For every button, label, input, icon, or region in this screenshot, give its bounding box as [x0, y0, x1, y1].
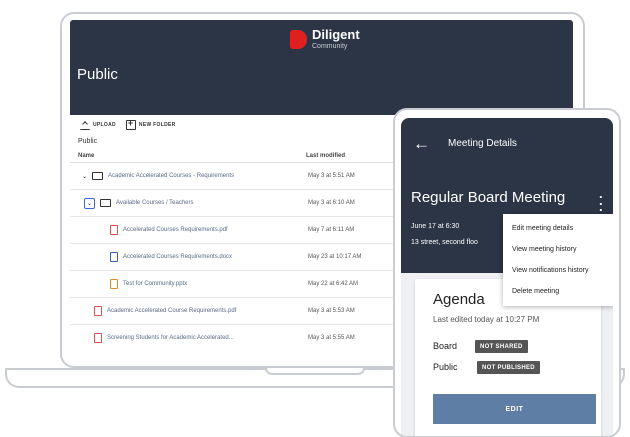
file-date: May 23 at 10:17 AM: [308, 254, 362, 260]
column-name[interactable]: Name: [78, 153, 306, 159]
upload-button[interactable]: UPLOAD: [80, 121, 116, 130]
phone-frame: ← Meeting Details Regular Board Meeting …: [393, 108, 621, 437]
diligent-logo-icon: [290, 29, 307, 49]
powerpoint-file-icon: [110, 279, 118, 289]
file-date: May 7 at 6:11 AM: [308, 227, 355, 233]
header-title: Meeting Details: [448, 138, 517, 149]
new-folder-label: NEW FOLDER: [138, 122, 176, 128]
folder-icon: [100, 199, 112, 207]
phone-screen: ← Meeting Details Regular Board Meeting …: [401, 118, 613, 436]
more-options-icon[interactable]: ...: [599, 187, 605, 213]
chevron-down-icon[interactable]: ⌄: [82, 173, 87, 180]
file-date: May 3 at 6:10 AM: [308, 200, 355, 206]
file-name: Screening Students for Academic Accelera…: [107, 335, 234, 341]
pdf-file-icon: [110, 225, 118, 235]
pdf-file-icon: [94, 333, 102, 343]
add-folder-icon: [125, 118, 136, 130]
new-folder-button[interactable]: NEW FOLDER: [125, 118, 176, 130]
stage: Diligent Community Public UPLOAD NEW FOL…: [0, 0, 630, 437]
upload-icon: [80, 121, 90, 130]
status-badge-public: NOT PUBLISHED: [477, 361, 540, 374]
file-date: May 3 at 5:51 AM: [308, 173, 355, 179]
back-arrow-icon[interactable]: ←: [413, 134, 430, 154]
public-label: Public: [433, 362, 458, 372]
file-name: Academic Accelerated Courses - Requireme…: [108, 173, 235, 179]
collapse-toggle[interactable]: ⌄: [84, 197, 96, 209]
brand-name: Diligent: [312, 27, 360, 42]
status-badge-board: NOT SHARED: [475, 340, 528, 353]
word-file-icon: [110, 252, 118, 262]
last-edited-text: Last edited today at 10:27 PM: [433, 315, 540, 324]
file-name: Test for Community.pptx: [123, 281, 188, 287]
file-name: Available Courses / Teachers: [116, 200, 194, 206]
file-name: Academic Accelerated Course Requirements…: [107, 308, 237, 314]
file-name: Accelerated Courses Requirements.pdf: [123, 227, 228, 233]
app-header: Diligent Community Public: [70, 20, 573, 115]
menu-item-notifications-history[interactable]: View notifications history: [503, 260, 613, 281]
agenda-title: Agenda: [433, 291, 485, 308]
board-label: Board: [433, 341, 458, 351]
options-menu: Edit meeting details View meeting histor…: [503, 214, 613, 306]
file-date: May 3 at 5:53 AM: [308, 308, 355, 314]
chevron-down-icon: ⌄: [87, 200, 93, 207]
edit-button[interactable]: EDIT: [433, 394, 596, 424]
brand-sub: Community: [312, 43, 348, 50]
menu-item-delete-meeting[interactable]: Delete meeting: [503, 281, 613, 302]
column-last-modified[interactable]: Last modified: [306, 153, 345, 159]
meeting-header: ← Meeting Details Regular Board Meeting …: [401, 118, 613, 306]
meeting-date: June 17 at 6:30: [411, 223, 460, 230]
file-date: May 22 at 6:42 AM: [308, 281, 359, 287]
page-title: Public: [77, 66, 118, 83]
laptop-notch: [265, 368, 365, 375]
meeting-title: Regular Board Meeting: [411, 189, 566, 206]
pdf-file-icon: [94, 306, 102, 316]
file-date: May 3 at 5:55 AM: [308, 335, 355, 341]
meeting-location: 13 street, second floo: [411, 239, 478, 246]
file-name: Accelerated Courses Requirements.docx: [123, 254, 233, 260]
upload-label: UPLOAD: [93, 122, 116, 128]
brand: Diligent Community: [290, 28, 360, 50]
folder-icon: [92, 172, 104, 180]
menu-item-meeting-history[interactable]: View meeting history: [503, 239, 613, 260]
menu-item-edit-meeting[interactable]: Edit meeting details: [503, 218, 613, 239]
